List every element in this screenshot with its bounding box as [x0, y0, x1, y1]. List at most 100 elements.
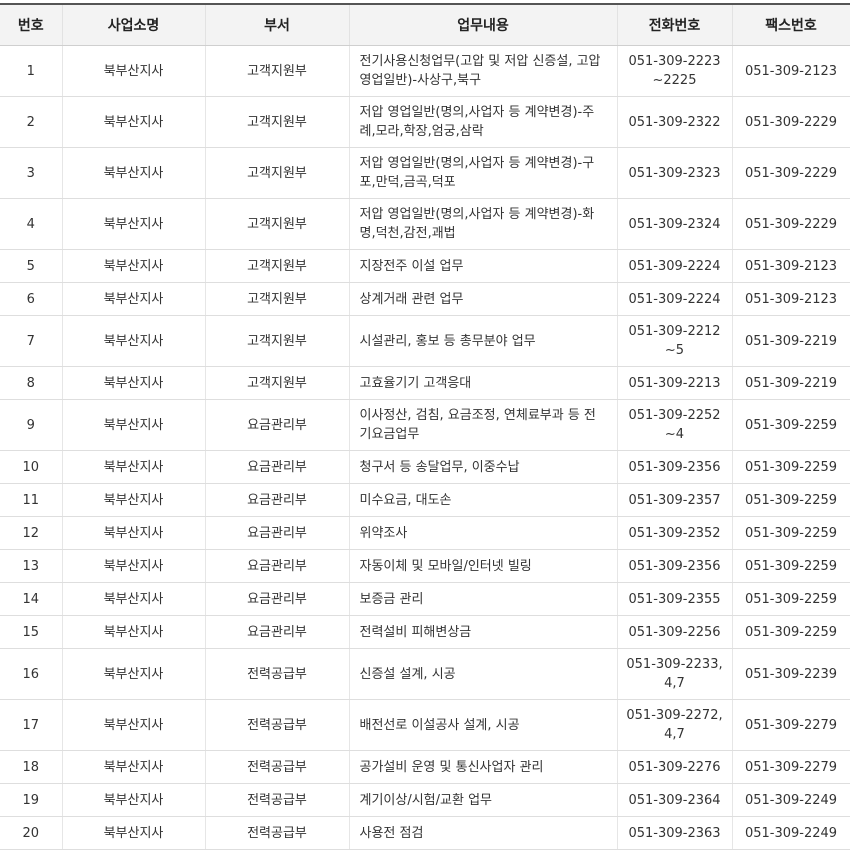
table-row: 14 북부산지사 요금관리부 보증금 관리 051-309-2355 051-309-22… [0, 582, 850, 616]
table-row: 19 북부산지사 전력공급부 계기이상/시험/교환 업무 051-309-2364 051… [0, 783, 850, 817]
cell-office: 북부산지사 [62, 450, 206, 484]
header-work: 업무내용 [349, 3, 618, 46]
cell-department: 요금관리부 [205, 582, 350, 616]
cell-work: 공가설비 운영 및 통신사업자 관리 [349, 750, 618, 784]
cell-number: 11 [0, 483, 63, 517]
cell-office: 북부산지사 [62, 45, 206, 97]
cell-work: 상계거래 관련 업무 [349, 282, 618, 316]
cell-phone: 051-309-2323 [617, 147, 733, 199]
cell-phone: 051-309-2213 [617, 366, 733, 400]
cell-work: 이사정산, 검침, 요금조정, 연체료부과 등 전기요금업무 [349, 399, 618, 451]
cell-office: 북부산지사 [62, 699, 206, 751]
cell-number: 14 [0, 582, 63, 616]
cell-fax: 051-309-2259 [732, 399, 850, 451]
cell-work: 시설관리, 홍보 등 총무분야 업무 [349, 315, 618, 367]
table-row: 5 북부산지사 고객지원부 지장전주 이설 업무 051-309-2224 051-309… [0, 249, 850, 283]
cell-fax: 051-309-2259 [732, 615, 850, 649]
cell-work: 전기사용신청업무(고압 및 저압 신증설, 고압 영업일반)-사상구,북구 [349, 45, 618, 97]
cell-office: 북부산지사 [62, 198, 206, 250]
cell-number: 20 [0, 816, 63, 850]
cell-phone: 051-309-2356 [617, 549, 733, 583]
cell-office: 북부산지사 [62, 582, 206, 616]
cell-fax: 051-309-2249 [732, 783, 850, 817]
cell-fax: 051-309-2229 [732, 96, 850, 148]
cell-office: 북부산지사 [62, 147, 206, 199]
cell-fax: 051-309-2279 [732, 750, 850, 784]
table-row: 15 북부산지사 요금관리부 전력설비 피해변상금 051-309-2256 051-30… [0, 615, 850, 649]
cell-fax: 051-309-2259 [732, 516, 850, 550]
cell-department: 요금관리부 [205, 516, 350, 550]
cell-fax: 051-309-2229 [732, 147, 850, 199]
table-row: 4 북부산지사 고객지원부 저압 영업일반(명의,사업자 등 계약변경)-화명,덕천,… [0, 198, 850, 250]
cell-department: 전력공급부 [205, 816, 350, 850]
cell-phone: 051-309-2252 ~4 [617, 399, 733, 451]
cell-phone: 051-309-2256 [617, 615, 733, 649]
cell-fax: 051-309-2219 [732, 315, 850, 367]
cell-number: 15 [0, 615, 63, 649]
table-row: 13 북부산지사 요금관리부 자동이체 및 모바일/인터넷 빌링 051-309-235… [0, 549, 850, 583]
cell-phone: 051-309-2272, 4,7 [617, 699, 733, 751]
cell-office: 북부산지사 [62, 648, 206, 700]
header-row: 번호 사업소명 부서 업무내용 전화번호 팩스번호 [0, 3, 850, 46]
cell-work: 고효율기기 고객응대 [349, 366, 618, 400]
cell-phone: 051-309-2276 [617, 750, 733, 784]
cell-work: 계기이상/시험/교환 업무 [349, 783, 618, 817]
table-row: 3 북부산지사 고객지원부 저압 영업일반(명의,사업자 등 계약변경)-구포,만덕,… [0, 147, 850, 199]
cell-department: 요금관리부 [205, 450, 350, 484]
cell-office: 북부산지사 [62, 750, 206, 784]
cell-office: 북부산지사 [62, 549, 206, 583]
table-row: 2 북부산지사 고객지원부 저압 영업일반(명의,사업자 등 계약변경)-주례,모라,… [0, 96, 850, 148]
cell-work: 사용전 점검 [349, 816, 618, 850]
header-phone: 전화번호 [617, 3, 733, 46]
cell-fax: 051-309-2239 [732, 648, 850, 700]
cell-department: 고객지원부 [205, 147, 350, 199]
cell-department: 전력공급부 [205, 750, 350, 784]
cell-department: 전력공급부 [205, 699, 350, 751]
cell-office: 북부산지사 [62, 315, 206, 367]
cell-phone: 051-309-2322 [617, 96, 733, 148]
cell-work: 보증금 관리 [349, 582, 618, 616]
cell-phone: 051-309-2224 [617, 282, 733, 316]
cell-office: 북부산지사 [62, 783, 206, 817]
table-row: 10 북부산지사 요금관리부 청구서 등 송달업무, 이중수납 051-309-2356… [0, 450, 850, 484]
cell-office: 북부산지사 [62, 615, 206, 649]
table-header: 번호 사업소명 부서 업무내용 전화번호 팩스번호 [0, 3, 850, 46]
cell-number: 6 [0, 282, 63, 316]
table-row: 20 북부산지사 전력공급부 사용전 점검 051-309-2363 051-309-22… [0, 816, 850, 850]
cell-number: 7 [0, 315, 63, 367]
cell-work: 위약조사 [349, 516, 618, 550]
cell-work: 저압 영업일반(명의,사업자 등 계약변경)-구포,만덕,금곡,덕포 [349, 147, 618, 199]
cell-fax: 051-309-2259 [732, 450, 850, 484]
cell-office: 북부산지사 [62, 366, 206, 400]
table-row: 11 북부산지사 요금관리부 미수요금, 대도손 051-309-2357 051-309… [0, 483, 850, 517]
cell-phone: 051-309-2224 [617, 249, 733, 283]
table-row: 7 북부산지사 고객지원부 시설관리, 홍보 등 총무분야 업무 051-309-221… [0, 315, 850, 367]
cell-department: 고객지원부 [205, 315, 350, 367]
cell-number: 2 [0, 96, 63, 148]
table-row: 1 북부산지사 고객지원부 전기사용신청업무(고압 및 저압 신증설, 고압 영업일반… [0, 45, 850, 97]
cell-number: 13 [0, 549, 63, 583]
cell-work: 지장전주 이설 업무 [349, 249, 618, 283]
cell-fax: 051-309-2123 [732, 282, 850, 316]
table-row: 17 북부산지사 전력공급부 배전선로 이설공사 설계, 시공 051-309-2272… [0, 699, 850, 751]
cell-number: 3 [0, 147, 63, 199]
cell-number: 16 [0, 648, 63, 700]
cell-department: 전력공급부 [205, 783, 350, 817]
cell-number: 12 [0, 516, 63, 550]
cell-fax: 051-309-2123 [732, 249, 850, 283]
table-row: 16 북부산지사 전력공급부 신증설 설계, 시공 051-309-2233, 4,7 0… [0, 648, 850, 700]
header-number: 번호 [0, 3, 63, 46]
cell-fax: 051-309-2219 [732, 366, 850, 400]
cell-number: 4 [0, 198, 63, 250]
cell-office: 북부산지사 [62, 399, 206, 451]
cell-fax: 051-309-2229 [732, 198, 850, 250]
contact-table: 번호 사업소명 부서 업무내용 전화번호 팩스번호 1 북부산지사 고객지원부 전기사… [0, 3, 850, 850]
cell-office: 북부산지사 [62, 249, 206, 283]
cell-fax: 051-309-2259 [732, 549, 850, 583]
cell-phone: 051-309-2363 [617, 816, 733, 850]
cell-department: 요금관리부 [205, 615, 350, 649]
cell-fax: 051-309-2279 [732, 699, 850, 751]
cell-department: 요금관리부 [205, 549, 350, 583]
cell-office: 북부산지사 [62, 816, 206, 850]
cell-work: 청구서 등 송달업무, 이중수납 [349, 450, 618, 484]
